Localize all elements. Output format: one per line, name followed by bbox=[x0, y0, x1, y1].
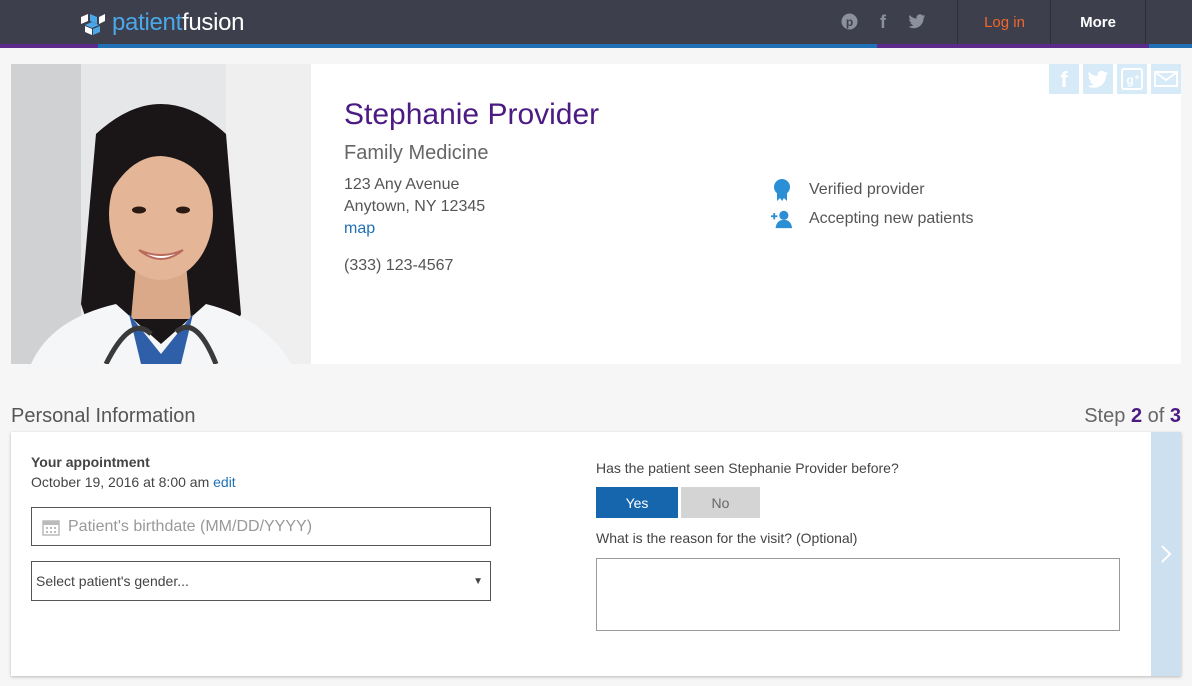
logo-wordmark: patientfusion bbox=[112, 9, 245, 36]
appointment-datetime-text: October 19, 2016 at 8:00 am bbox=[31, 474, 210, 490]
share-email-icon[interactable] bbox=[1151, 64, 1181, 94]
yes-button[interactable]: Yes bbox=[596, 487, 678, 518]
birthdate-input[interactable]: Patient's birthdate (MM/DD/YYYY) bbox=[31, 507, 491, 546]
step-total: 3 bbox=[1169, 405, 1181, 427]
share-facebook-icon[interactable]: f bbox=[1049, 64, 1079, 94]
svg-text:f: f bbox=[1060, 68, 1068, 90]
provider-photo bbox=[11, 64, 311, 364]
svg-text:+: + bbox=[1134, 72, 1139, 82]
verified-provider-badge: Verified provider bbox=[771, 179, 925, 201]
reason-question: What is the reason for the visit? (Optio… bbox=[596, 530, 858, 546]
share-google-plus-icon[interactable]: g + bbox=[1117, 64, 1147, 94]
top-accent-stripe bbox=[0, 44, 1192, 48]
svg-text:p: p bbox=[845, 15, 852, 29]
provider-profile-card: Stephanie Provider Family Medicine 123 A… bbox=[11, 64, 1181, 364]
twitter-icon[interactable] bbox=[908, 12, 926, 30]
map-link[interactable]: map bbox=[344, 220, 375, 238]
svg-text:g: g bbox=[1126, 73, 1133, 87]
calendar-icon bbox=[42, 519, 60, 536]
step-of: of bbox=[1147, 405, 1165, 427]
gender-select[interactable]: Select patient's gender... ▼ bbox=[31, 561, 491, 601]
provider-name: Stephanie Provider bbox=[344, 98, 600, 131]
top-social-links: p f bbox=[840, 12, 942, 30]
provider-phone: (333) 123-4567 bbox=[344, 257, 454, 274]
personal-information-form: Your appointment October 19, 2016 at 8:0… bbox=[11, 432, 1181, 676]
no-button[interactable]: No bbox=[681, 487, 760, 518]
next-step-button[interactable] bbox=[1151, 432, 1181, 676]
chevron-right-icon bbox=[1161, 545, 1172, 563]
step-indicator: Step 2 of 3 bbox=[1084, 405, 1181, 428]
pinterest-icon[interactable]: p bbox=[840, 12, 858, 30]
appointment-datetime: October 19, 2016 at 8:00 am edit bbox=[31, 474, 236, 490]
reason-textarea[interactable] bbox=[596, 558, 1120, 631]
more-menu-button[interactable]: More bbox=[1050, 0, 1146, 44]
logo-cube-icon bbox=[81, 14, 105, 35]
svg-text:f: f bbox=[880, 13, 887, 30]
stripe-segment bbox=[0, 44, 98, 48]
login-link[interactable]: Log in bbox=[957, 0, 1051, 44]
step-prefix: Step bbox=[1084, 405, 1126, 427]
provider-specialty: Family Medicine bbox=[344, 142, 489, 164]
top-navigation-bar: patientfusion p f Log in More bbox=[0, 0, 1192, 44]
address-line-1: 123 Any Avenue bbox=[344, 176, 460, 193]
verified-provider-label: Verified provider bbox=[809, 181, 925, 198]
accepting-patients-label: Accepting new patients bbox=[809, 210, 974, 227]
step-current: 2 bbox=[1130, 405, 1143, 427]
section-title: Personal Information bbox=[11, 405, 196, 427]
address-line-2: Anytown, NY 12345 bbox=[344, 198, 486, 215]
appointment-label: Your appointment bbox=[31, 454, 150, 470]
accepting-patients-badge: Accepting new patients bbox=[771, 208, 974, 230]
verified-ribbon-icon bbox=[771, 179, 793, 201]
birthdate-placeholder: Patient's birthdate (MM/DD/YYYY) bbox=[68, 517, 313, 535]
share-twitter-icon[interactable] bbox=[1083, 64, 1113, 94]
stripe-segment bbox=[877, 44, 1149, 48]
share-icons: f g + bbox=[1049, 64, 1181, 94]
facebook-icon[interactable]: f bbox=[874, 12, 892, 30]
seen-before-question: Has the patient seen Stephanie Provider … bbox=[596, 460, 899, 476]
add-user-icon bbox=[771, 208, 793, 230]
edit-appointment-link[interactable]: edit bbox=[213, 474, 236, 490]
gender-select-value: Select patient's gender... bbox=[36, 573, 189, 589]
patient-fusion-logo[interactable]: patientfusion bbox=[79, 9, 245, 37]
dropdown-arrow-icon: ▼ bbox=[473, 575, 483, 587]
